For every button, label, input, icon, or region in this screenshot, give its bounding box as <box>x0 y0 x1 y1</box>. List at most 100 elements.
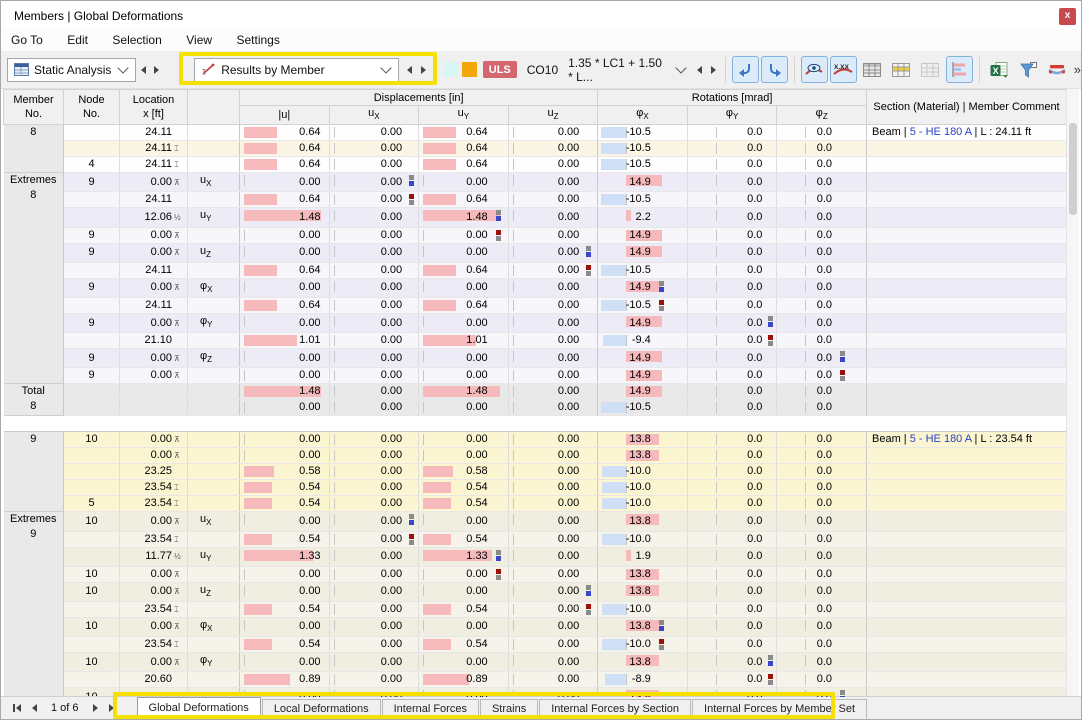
value-cell[interactable]: 0.0 <box>687 367 778 385</box>
value-cell[interactable]: 0.00 <box>418 243 509 263</box>
value-cell[interactable]: 0.00 <box>508 227 599 244</box>
value-cell[interactable]: 0.00 <box>239 447 330 465</box>
value-cell[interactable]: 0.0 <box>687 172 778 193</box>
node-cell[interactable] <box>63 262 120 279</box>
value-cell[interactable]: 0.00 <box>508 447 599 465</box>
value-cell[interactable]: 0.00 <box>239 227 330 244</box>
table-view-button[interactable] <box>859 56 886 83</box>
location-cell[interactable]: 23.54 ⌶ <box>119 601 188 618</box>
value-cell[interactable]: 0.54 <box>239 479 330 497</box>
value-cell[interactable]: 0.00 <box>329 348 420 369</box>
value-cell[interactable]: 0.0 <box>776 332 867 350</box>
value-cell[interactable]: 13.8 <box>597 447 688 465</box>
value-cell[interactable]: 0.0 <box>776 601 867 618</box>
value-cell[interactable]: 0.0 <box>687 332 778 350</box>
value-cell[interactable]: 0.0 <box>687 566 778 583</box>
node-cell[interactable]: 9 <box>63 243 120 263</box>
results-prev-button[interactable] <box>403 59 417 81</box>
value-cell[interactable]: 0.00 <box>508 431 599 449</box>
value-cell[interactable]: 0.00 <box>508 531 599 548</box>
value-cell[interactable]: 0.0 <box>776 511 867 532</box>
member-results-button[interactable] <box>1044 56 1071 83</box>
pager-prev-button[interactable] <box>25 699 43 717</box>
value-cell[interactable]: 0.00 <box>508 172 599 193</box>
value-cell[interactable]: 0.00 <box>329 671 420 689</box>
jump-to-graphic-button[interactable] <box>732 56 760 83</box>
value-cell[interactable]: 0.00 <box>239 348 330 369</box>
node-cell[interactable] <box>63 297 120 314</box>
value-cell[interactable]: 0.00 <box>239 566 330 583</box>
value-cell[interactable]: 14.9 <box>597 278 688 298</box>
value-cell[interactable]: 0.64 <box>418 124 509 142</box>
value-cell[interactable]: -10.5 <box>597 156 688 174</box>
value-cell[interactable]: 0.0 <box>687 617 778 638</box>
value-cell[interactable]: 0.00 <box>418 431 509 449</box>
value-cell[interactable]: 0.0 <box>776 172 867 193</box>
value-cell[interactable]: 0.00 <box>418 566 509 583</box>
value-cell[interactable]: 0.00 <box>508 207 599 228</box>
value-cell[interactable]: 0.0 <box>776 313 867 334</box>
value-cell[interactable]: 0.00 <box>418 582 509 602</box>
location-cell[interactable]: 11.77 ½ <box>119 547 188 567</box>
value-cell[interactable]: 0.0 <box>776 463 867 481</box>
value-cell[interactable]: 0.00 <box>329 313 420 334</box>
value-cell[interactable]: -10.0 <box>597 463 688 481</box>
table-row[interactable]: 9 0.00 ⊼ uZ 0.00 0.00 0.00 0.00 14.9 0.0 0.0 <box>4 243 1067 263</box>
value-cell[interactable]: 0.0 <box>776 191 867 209</box>
table-row[interactable]: 10 0.00 ⊼ φX 0.00 0.00 0.00 0.00 13.8 0.0 0.0 <box>4 617 1067 638</box>
filter-button[interactable] <box>1015 56 1042 83</box>
value-cell[interactable]: 0.00 <box>329 531 420 548</box>
value-cell[interactable]: 0.0 <box>776 367 867 385</box>
value-cell[interactable]: 0.00 <box>418 652 509 673</box>
value-cell[interactable]: 0.0 <box>776 479 867 497</box>
value-cell[interactable]: 1.01 <box>418 332 509 350</box>
value-cell[interactable]: 0.00 <box>239 313 330 334</box>
value-cell[interactable]: 0.0 <box>687 671 778 689</box>
jump-to-table-button[interactable] <box>761 56 789 83</box>
menu-goto[interactable]: Go To <box>1 29 53 47</box>
table-row[interactable]: 8 24.11 0.64 0.00 0.64 0.00 -10.5 0.0 0.0 Beam | … <box>3 124 1067 174</box>
value-cell[interactable]: -10.5 <box>597 191 688 209</box>
node-cell[interactable]: 9 <box>63 172 120 193</box>
loadcase-prev-button[interactable] <box>693 59 707 81</box>
value-cell[interactable]: 0.0 <box>687 297 778 314</box>
value-cell[interactable]: 0.00 <box>508 511 599 532</box>
node-cell[interactable] <box>63 479 120 497</box>
value-cell[interactable]: 0.00 <box>418 617 509 638</box>
value-cell[interactable]: 0.00 <box>329 367 420 385</box>
value-cell[interactable]: 0.54 <box>418 636 509 654</box>
value-cell[interactable]: 0.00 <box>508 479 599 497</box>
value-cell[interactable]: 0.00 <box>329 156 420 174</box>
value-cell[interactable]: -10.0 <box>597 601 688 618</box>
value-cell[interactable]: 0.0 <box>687 511 778 532</box>
table-row[interactable]: 21.10 1.01 0.00 1.01 0.00 -9.4 0.0 0.0 <box>4 332 1067 350</box>
value-cell[interactable]: 0.00 <box>329 172 420 193</box>
pager-first-button[interactable] <box>7 699 25 717</box>
value-cell[interactable]: 0.00 <box>329 511 420 532</box>
value-cell[interactable]: 0.0 <box>776 383 867 401</box>
value-cell[interactable]: 0.00 <box>508 547 599 567</box>
tab-global-deformations[interactable]: Global Deformations <box>136 697 261 719</box>
node-cell[interactable] <box>63 463 120 481</box>
value-cell[interactable]: 0.0 <box>776 531 867 548</box>
table-row[interactable]: 11.77 ½ uY 1.33 0.00 1.33 0.00 1.9 0.0 0.0 <box>4 547 1067 567</box>
value-cell[interactable]: 0.0 <box>687 278 778 298</box>
value-cell[interactable]: -10.0 <box>597 495 688 513</box>
table-row[interactable]: 5 23.54 ⌶ 0.54 0.00 0.54 0.00 -10.0 0.0 0.0 <box>4 495 1067 513</box>
value-cell[interactable]: 0.00 <box>418 278 509 298</box>
location-cell[interactable]: 23.54 ⌶ <box>119 636 188 654</box>
value-cell[interactable]: 0.54 <box>418 531 509 548</box>
value-cell[interactable]: 0.0 <box>687 227 778 244</box>
node-cell[interactable]: 10 <box>63 652 120 673</box>
value-cell[interactable]: 14.9 <box>597 348 688 369</box>
table-row[interactable]: 4 24.11 ⌶ 0.64 0.00 0.64 0.00 -10.5 0.0 0.0 <box>4 156 1067 174</box>
table-row[interactable]: 9 0.00 ⊼ 0.00 0.00 0.00 0.00 14.9 0.0 0.0 <box>4 367 1067 385</box>
table-row[interactable]: 0.00 0.00 0.00 0.00 -10.5 0.0 0.0 <box>4 399 1067 417</box>
export-excel-button[interactable]: X <box>986 56 1013 83</box>
location-cell[interactable] <box>119 399 188 417</box>
node-cell[interactable]: 10 <box>63 511 120 532</box>
value-cell[interactable]: 0.54 <box>239 601 330 618</box>
value-cell[interactable]: 0.0 <box>776 399 867 417</box>
value-cell[interactable]: 0.00 <box>508 348 599 369</box>
value-cell[interactable]: 0.0 <box>687 601 778 618</box>
